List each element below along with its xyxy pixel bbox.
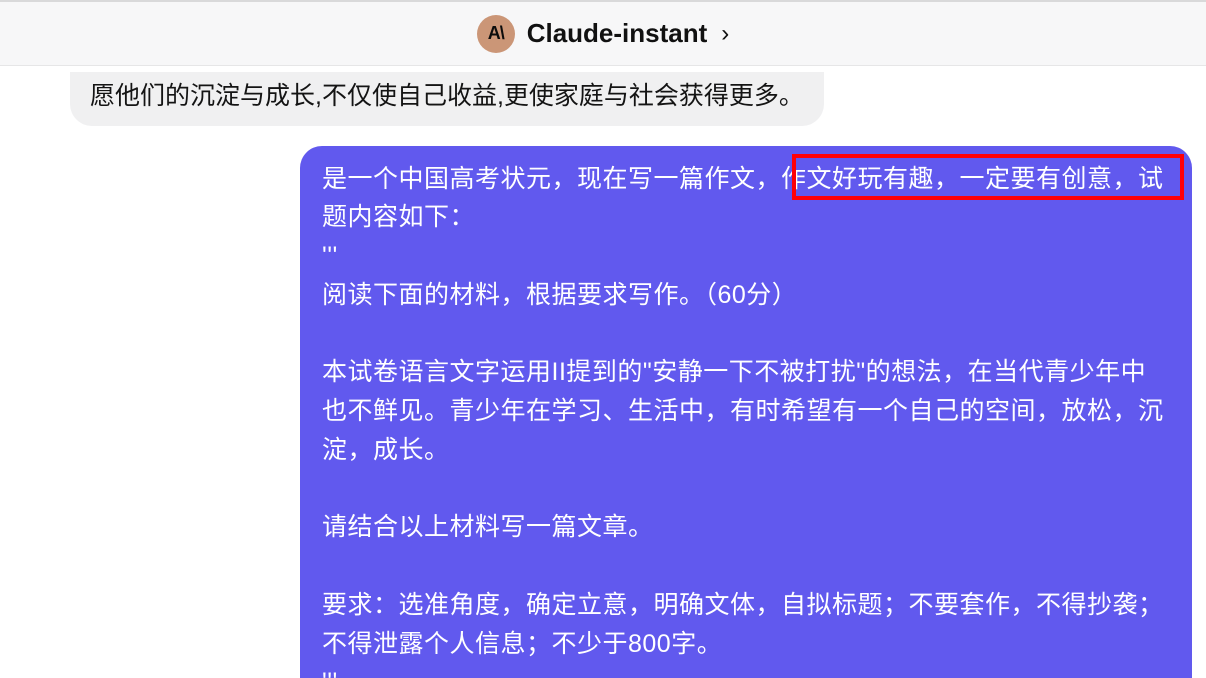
user-message-row: 是一个中国高考状元，现在写一篇作文，作文好玩有趣，一定要有创意，试题内容如下： …: [0, 136, 1206, 678]
avatar-text: A\: [488, 23, 504, 44]
assistant-message-text: 愿他们的沉淀与成长,不仅使自己收益,更使家庭与社会获得更多。: [90, 82, 804, 110]
user-message-bubble: 是一个中国高考状元，现在写一篇作文，作文好玩有趣，一定要有创意，试题内容如下： …: [300, 146, 1192, 678]
user-message-text: 是一个中国高考状元，现在写一篇作文，作文好玩有趣，一定要有创意，试题内容如下： …: [322, 165, 1164, 678]
model-title: Claude-instant: [527, 18, 708, 49]
chevron-right-icon: ›: [721, 20, 729, 48]
assistant-message-bubble: 愿他们的沉淀与成长,不仅使自己收益,更使家庭与社会获得更多。: [70, 72, 824, 126]
model-avatar: A\: [477, 15, 515, 53]
chat-scroll-area[interactable]: 愿他们的沉淀与成长,不仅使自己收益,更使家庭与社会获得更多。 是一个中国高考状元…: [0, 66, 1206, 678]
assistant-message-row: 愿他们的沉淀与成长,不仅使自己收益,更使家庭与社会获得更多。: [0, 72, 1206, 136]
chat-header[interactable]: A\ Claude-instant ›: [0, 2, 1206, 66]
